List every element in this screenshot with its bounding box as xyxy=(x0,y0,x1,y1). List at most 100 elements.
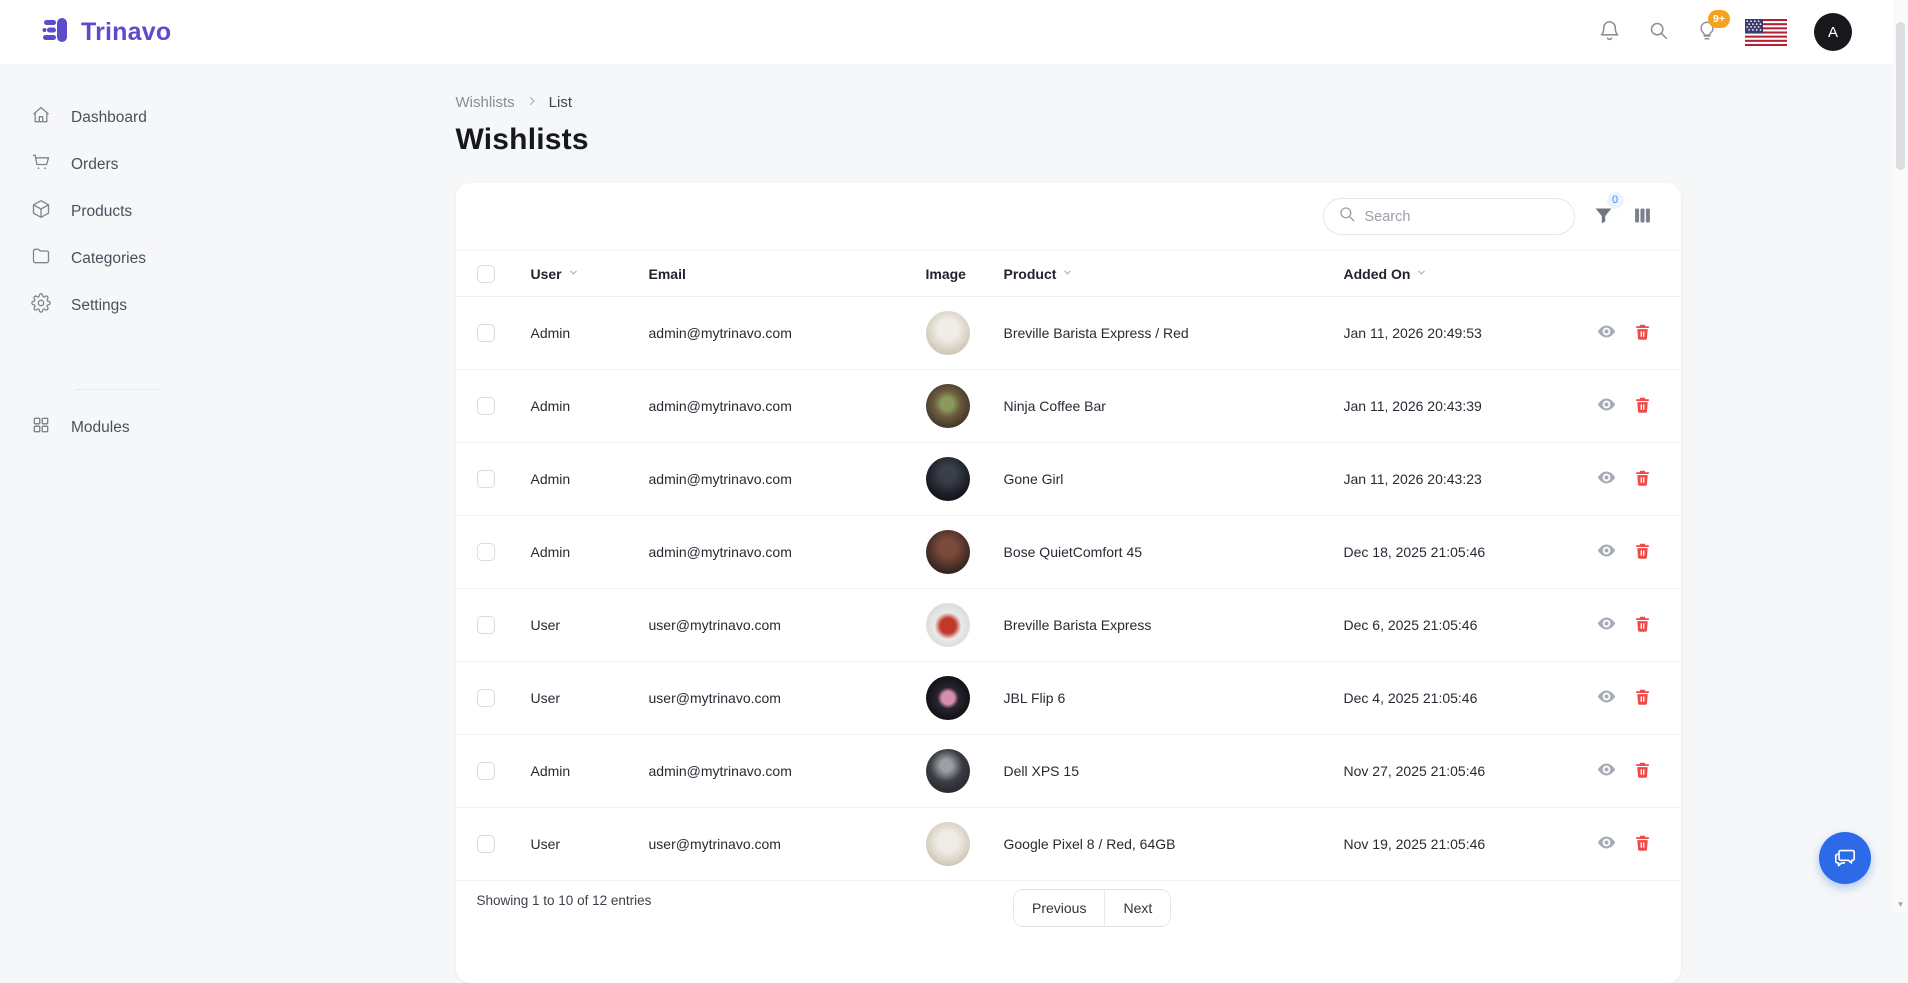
global-search-button[interactable] xyxy=(1648,20,1669,44)
sidebar-item-label: Dashboard xyxy=(71,109,147,127)
sidebar-item-settings[interactable]: Settings xyxy=(0,282,228,329)
select-all-checkbox[interactable] xyxy=(477,265,495,283)
sidebar-item-orders[interactable]: Orders xyxy=(0,141,228,188)
chevron-right-icon xyxy=(526,94,538,111)
product-cell: Gone Girl xyxy=(991,443,1331,516)
breadcrumb-current: List xyxy=(549,94,572,111)
product-image xyxy=(926,822,970,866)
sidebar-item-dashboard[interactable]: Dashboard xyxy=(0,94,228,141)
user-cell: Admin xyxy=(518,735,636,808)
view-button[interactable] xyxy=(1596,686,1617,710)
user-avatar[interactable]: A xyxy=(1814,13,1852,51)
chat-button[interactable] xyxy=(1819,832,1871,884)
chat-bubbles-icon xyxy=(1832,844,1858,873)
delete-button[interactable] xyxy=(1633,833,1652,856)
user-cell: Admin xyxy=(518,297,636,370)
added-on-cell: Jan 11, 2026 20:43:23 xyxy=(1331,443,1586,516)
product-cell: Google Pixel 8 / Red, 64GB xyxy=(991,808,1331,881)
wishlists-card: 0 xyxy=(456,183,1681,983)
view-button[interactable] xyxy=(1596,759,1617,783)
row-checkbox[interactable] xyxy=(477,762,495,780)
language-selector[interactable] xyxy=(1745,19,1787,46)
eye-icon xyxy=(1596,321,1617,345)
topbar-actions: 9+ xyxy=(1598,13,1868,51)
search-icon xyxy=(1338,205,1356,228)
product-image xyxy=(926,311,970,355)
pagination: Previous Next xyxy=(1013,889,1171,927)
delete-button[interactable] xyxy=(1633,322,1652,345)
view-button[interactable] xyxy=(1596,540,1617,564)
folder-icon xyxy=(31,246,51,271)
row-checkbox[interactable] xyxy=(477,470,495,488)
filter-button[interactable]: 0 xyxy=(1593,205,1614,229)
row-checkbox[interactable] xyxy=(477,397,495,415)
breadcrumb-parent[interactable]: Wishlists xyxy=(456,94,515,111)
us-flag-icon xyxy=(1745,19,1787,46)
grid-icon xyxy=(31,415,51,440)
email-cell: user@mytrinavo.com xyxy=(636,662,913,735)
view-button[interactable] xyxy=(1596,613,1617,637)
sidebar-item-label: Settings xyxy=(71,297,127,315)
view-button[interactable] xyxy=(1596,467,1617,491)
added-on-cell: Jan 11, 2026 20:49:53 xyxy=(1331,297,1586,370)
row-checkbox[interactable] xyxy=(477,689,495,707)
email-cell: user@mytrinavo.com xyxy=(636,589,913,662)
delete-button[interactable] xyxy=(1633,687,1652,710)
search-box xyxy=(1323,198,1575,235)
row-checkbox[interactable] xyxy=(477,835,495,853)
view-button[interactable] xyxy=(1596,832,1617,856)
column-header-actions xyxy=(1586,251,1681,297)
whats-new-button[interactable]: 9+ xyxy=(1696,19,1718,45)
sidebar-item-modules[interactable]: Modules xyxy=(0,404,228,451)
table-body: Admin admin@mytrinavo.com Breville Baris… xyxy=(456,297,1681,881)
sidebar-item-categories[interactable]: Categories xyxy=(0,235,228,282)
product-cell: JBL Flip 6 xyxy=(991,662,1331,735)
scrollbar-thumb[interactable] xyxy=(1896,22,1905,170)
email-cell: admin@mytrinavo.com xyxy=(636,516,913,589)
filter-count-badge: 0 xyxy=(1607,192,1624,209)
columns-button[interactable] xyxy=(1632,205,1653,229)
eye-icon xyxy=(1596,467,1617,491)
table-header-row: User Email Image Product Added On xyxy=(456,251,1681,297)
previous-page-button[interactable]: Previous xyxy=(1014,890,1104,926)
view-button[interactable] xyxy=(1596,394,1617,418)
table-footer: Showing 1 to 10 of 12 entries Previous N… xyxy=(456,881,1681,941)
product-cell: Dell XPS 15 xyxy=(991,735,1331,808)
delete-button[interactable] xyxy=(1633,614,1652,637)
column-header-user[interactable]: User xyxy=(518,251,636,297)
eye-icon xyxy=(1596,540,1617,564)
trash-icon xyxy=(1633,833,1652,856)
table-row: Admin admin@mytrinavo.com Dell XPS 15 No… xyxy=(456,735,1681,808)
notifications-button[interactable] xyxy=(1598,19,1621,45)
trash-icon xyxy=(1633,760,1652,783)
added-on-cell: Nov 19, 2025 21:05:46 xyxy=(1331,808,1586,881)
user-cell: User xyxy=(518,808,636,881)
brand-name: Trinavo xyxy=(81,18,171,47)
vertical-scrollbar[interactable]: ▾ xyxy=(1893,0,1908,912)
row-checkbox[interactable] xyxy=(477,543,495,561)
delete-button[interactable] xyxy=(1633,395,1652,418)
row-checkbox[interactable] xyxy=(477,324,495,342)
delete-button[interactable] xyxy=(1633,760,1652,783)
product-image xyxy=(926,603,970,647)
delete-button[interactable] xyxy=(1633,541,1652,564)
next-page-button[interactable]: Next xyxy=(1104,890,1170,926)
table-row: Admin admin@mytrinavo.com Gone Girl Jan … xyxy=(456,443,1681,516)
brand-logo[interactable]: Trinavo xyxy=(40,14,171,51)
gear-icon xyxy=(31,293,51,318)
delete-button[interactable] xyxy=(1633,468,1652,491)
search-input[interactable] xyxy=(1365,209,1560,225)
added-on-cell: Nov 27, 2025 21:05:46 xyxy=(1331,735,1586,808)
column-header-product[interactable]: Product xyxy=(991,251,1331,297)
product-image xyxy=(926,530,970,574)
chevron-down-icon xyxy=(1062,265,1073,281)
view-button[interactable] xyxy=(1596,321,1617,345)
sidebar-item-products[interactable]: Products xyxy=(0,188,228,235)
added-on-cell: Dec 6, 2025 21:05:46 xyxy=(1331,589,1586,662)
user-cell: Admin xyxy=(518,370,636,443)
row-checkbox[interactable] xyxy=(477,616,495,634)
scrollbar-down-arrow[interactable]: ▾ xyxy=(1896,900,1905,909)
column-header-added-on[interactable]: Added On xyxy=(1331,251,1586,297)
email-cell: admin@mytrinavo.com xyxy=(636,735,913,808)
trash-icon xyxy=(1633,614,1652,637)
